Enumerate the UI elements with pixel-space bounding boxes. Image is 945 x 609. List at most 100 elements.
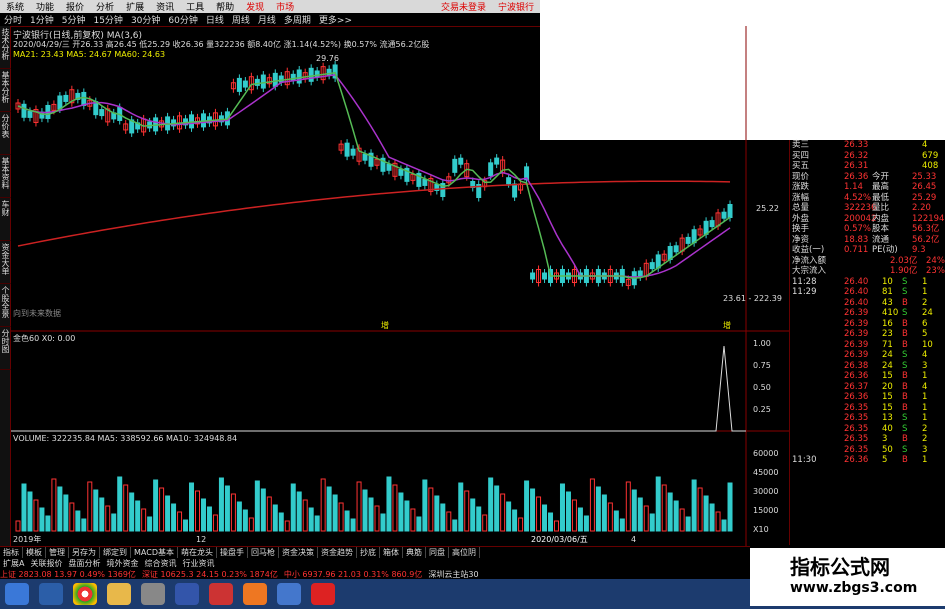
vertical-tab-1[interactable]: 基本分析: [0, 69, 11, 112]
tick-row-8-cell-2: 24: [882, 360, 893, 371]
axis-label-top: 25.22: [756, 204, 779, 213]
period-tab-2[interactable]: 5分钟: [58, 13, 90, 26]
menu-mid-1[interactable]: 市场: [270, 0, 300, 13]
menu-item-2[interactable]: 报价: [60, 0, 90, 13]
vertical-tab-0[interactable]: 技术分析: [0, 26, 11, 69]
vertical-tab-7[interactable]: 分时图: [0, 327, 11, 370]
candle: [721, 211, 727, 219]
tick-row-17-cell-0: 11:30: [792, 455, 817, 465]
candle: [272, 72, 278, 87]
app4-icon[interactable]: [277, 583, 301, 605]
ma-line-text: MA21: 23.43 MA5: 24.67 MA60: 24.63: [13, 50, 166, 59]
period-tab-9[interactable]: 多周期: [280, 13, 315, 26]
start-icon[interactable]: [5, 583, 29, 605]
chrome-icon[interactable]: [73, 583, 97, 605]
tick-row-11: 26.36 15 B 1: [790, 392, 945, 403]
tick-row-8-cell-4: 3: [922, 360, 928, 371]
order-row-0-cell-2: 4: [922, 140, 928, 150]
tick-row-7-cell-2: 24: [882, 350, 893, 360]
volume-bar: [15, 520, 21, 532]
menu-item-6[interactable]: 工具: [180, 0, 210, 13]
ext-tab-1[interactable]: 关联报价: [27, 558, 65, 569]
menu-item-3[interactable]: 分析: [90, 0, 120, 13]
quote-row-4-cell-2: 内盘: [872, 213, 890, 224]
app3-icon[interactable]: [243, 583, 267, 605]
candle: [57, 95, 63, 110]
tool-icon[interactable]: [141, 583, 165, 605]
tick-row-13-cell-2: 13: [882, 413, 893, 423]
candle: [386, 163, 392, 171]
tick-row-11-cell-1: 26.36: [844, 392, 869, 402]
tick-row-0-cell-0: 11:28: [792, 276, 817, 287]
app-icon[interactable]: [175, 583, 199, 605]
menu-item-0[interactable]: 系统: [0, 0, 30, 13]
quote-row-1-cell-2: 最高: [872, 182, 890, 192]
quote-row-5-cell-0: 换手: [792, 224, 810, 234]
tick-row-3-cell-4: 24: [922, 308, 933, 318]
period-tab-8[interactable]: 月线: [254, 13, 280, 26]
indicator-tick: 1.00: [753, 339, 771, 348]
volume-bar: [177, 511, 183, 532]
menu-item-4[interactable]: 扩展: [120, 0, 150, 13]
quote-row-0: 现价 26.36 今开 25.33: [790, 172, 945, 183]
app2-icon[interactable]: [209, 583, 233, 605]
vertical-tab-5[interactable]: 资金大单: [0, 241, 11, 284]
period-tab-1[interactable]: 1分钟: [26, 13, 58, 26]
flow-row-1-cell-0: 大宗流入: [792, 266, 827, 276]
period-tab-3[interactable]: 15分钟: [89, 13, 126, 26]
menu-right-0[interactable]: 交易未登录: [435, 0, 492, 13]
vertical-tab-4[interactable]: 车财: [0, 198, 11, 241]
order-row-2-cell-0: 买五: [792, 161, 810, 171]
tick-row-1-cell-1: 26.40: [844, 287, 869, 297]
tick-row-0: 11:28 26.40 10 S 1: [790, 277, 945, 288]
quote-row-3-cell-2: 量比: [872, 203, 890, 213]
tick-row-5-cell-4: 5: [922, 329, 928, 339]
volume-bar: [314, 515, 320, 532]
explorer-icon[interactable]: [39, 583, 63, 605]
period-tab-4[interactable]: 30分钟: [127, 13, 164, 26]
candle: [506, 177, 512, 185]
folder-icon[interactable]: [107, 583, 131, 605]
ext-tab-3[interactable]: 境外资金: [103, 558, 141, 569]
period-tab-6[interactable]: 日线: [202, 13, 228, 26]
menu-item-5[interactable]: 资讯: [150, 0, 180, 13]
menu-mid-0[interactable]: 发现: [240, 0, 270, 13]
candle: [242, 80, 248, 88]
quote-row-4-cell-3: 122194: [912, 213, 945, 224]
period-tab-0[interactable]: 分时: [0, 13, 26, 26]
menu-right-1[interactable]: 宁波银行: [492, 0, 540, 13]
quote-row-0-cell-0: 现价: [792, 171, 810, 182]
tick-row-2-cell-3: B: [902, 297, 908, 308]
ext-tab-0[interactable]: 扩展A: [0, 558, 27, 569]
volume-bar: [667, 492, 673, 532]
vertical-tab-3[interactable]: 基本资料: [0, 155, 11, 198]
menu-item-1[interactable]: 功能: [30, 0, 60, 13]
vertical-tab-6[interactable]: 个股全景: [0, 284, 11, 327]
tick-row-0-cell-1: 26.40: [844, 276, 869, 287]
quote-panel: 卖三 26.33 4 买四 26.32 679 买五 26.31 408 现价 26.36 今开 25.…: [789, 140, 945, 545]
tick-row-5-cell-2: 23: [882, 329, 893, 339]
vertical-tab-2[interactable]: 分价表: [0, 112, 11, 155]
volume-bar: [350, 518, 356, 532]
volume-bar: [625, 481, 631, 532]
volume-bar: [524, 480, 530, 532]
candle: [27, 110, 33, 118]
menu-item-7[interactable]: 帮助: [210, 0, 240, 13]
volume-bar: [266, 496, 272, 532]
tick-row-16-cell-3: S: [902, 444, 908, 455]
quote-row-5: 换手 0.57% 股本 56.3亿: [790, 224, 945, 235]
period-tab-7[interactable]: 周线: [228, 13, 254, 26]
volume-bar: [559, 483, 565, 532]
candle: [350, 148, 356, 156]
volume-bar: [69, 502, 75, 532]
tick-row-15-cell-3: B: [902, 434, 908, 444]
kline-chart[interactable]: 29.76 23.61 - 2 25.22 22.39 向到未来数据增 增金色60 X0:…: [11, 26, 789, 546]
ext-tab-4[interactable]: 综合资讯: [141, 558, 179, 569]
ext-tab-2[interactable]: 盘面分析: [65, 558, 103, 569]
ext-tab-5[interactable]: 行业资讯: [179, 558, 217, 569]
period-tab-10[interactable]: 更多>>: [315, 13, 356, 26]
volume-bar: [601, 494, 607, 532]
tick-row-13-cell-3: S: [902, 413, 908, 423]
app5-icon[interactable]: [311, 583, 335, 605]
period-tab-5[interactable]: 60分钟: [164, 13, 201, 26]
